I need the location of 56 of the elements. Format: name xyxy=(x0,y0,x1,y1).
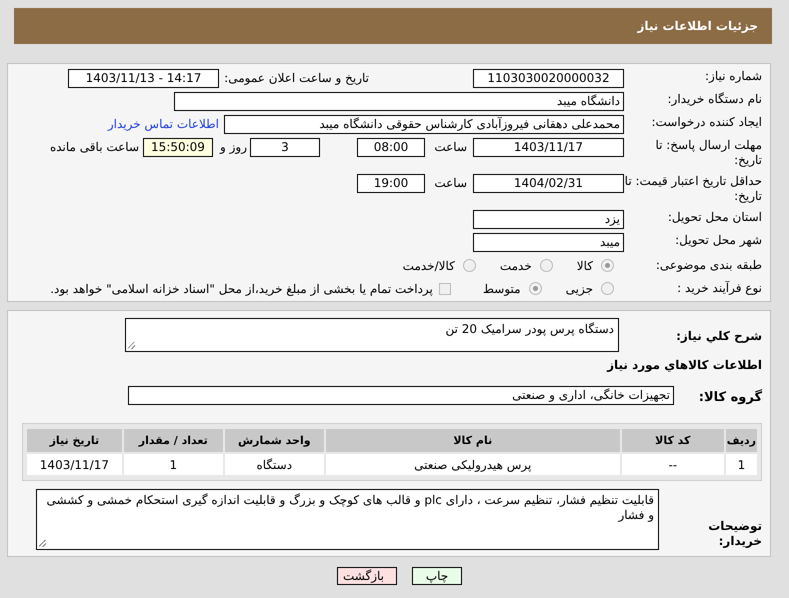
text-field[interactable]: 3 xyxy=(250,138,320,157)
table-cell: -- xyxy=(622,454,724,475)
text-field[interactable]: میبد xyxy=(473,233,624,252)
print-button[interactable]: چاپ xyxy=(412,567,462,585)
option-label: کالا xyxy=(576,258,593,272)
page-title: جزئیات اطلاعات نیاز xyxy=(14,8,772,44)
text-field[interactable]: تجهیزات خانگی، اداری و صنعتی xyxy=(128,386,674,405)
column-header: ردیف xyxy=(726,429,757,452)
field-label: ساعت باقی مانده xyxy=(50,139,139,156)
field-label: ایجاد کننده درخواست: xyxy=(650,115,763,130)
table-cell: 1403/11/17 xyxy=(27,454,122,475)
field-label: نوع فرآیند خرید : xyxy=(676,281,763,296)
field-label: مهلت ارسال پاسخ: تا تاریخ: xyxy=(654,138,763,168)
back-button[interactable]: بازگشت xyxy=(337,567,397,585)
field-label: شرح کلي نياز: xyxy=(675,328,763,344)
column-header: تعداد / مقدار xyxy=(124,429,223,452)
text-field[interactable]: 19:00 xyxy=(357,174,425,193)
field-label: ساعت xyxy=(433,139,467,156)
contact-link[interactable]: اطلاعات تماس خریدار xyxy=(108,115,219,134)
column-header: تاریخ نیاز xyxy=(27,429,122,452)
text-field[interactable]: دانشگاه میبد xyxy=(174,92,624,111)
text-area[interactable]: قابلیت تنظیم فشار، تنظیم سرعت ، دارای plc و قالب های کوچک و بزرگ و قابلیت اندازه گیری استحکام خمشی و کششی و فشار xyxy=(36,489,659,550)
text-area-value: دستگاه پرس پودر سرامیک 20 تن xyxy=(444,321,615,338)
field-label: شهر محل تحویل: xyxy=(674,233,763,248)
table-cell: پرس هیدرولیکی صنعتی xyxy=(326,454,620,475)
table-cell: 1 xyxy=(726,454,757,475)
field-label: نام دستگاه خریدار: xyxy=(666,92,763,107)
text-field[interactable]: محمدعلی دهقانی فیروزآبادی کارشناس حقوقی دانشگاه میبد xyxy=(224,115,624,134)
text-area[interactable]: دستگاه پرس پودر سرامیک 20 تن xyxy=(125,318,619,352)
field-label: روز و xyxy=(220,139,247,156)
table-cell: دستگاه xyxy=(224,454,324,475)
option-label: متوسط xyxy=(482,282,521,296)
text-field[interactable]: 1403/11/17 xyxy=(473,138,624,157)
text-field[interactable]: 1103030020000032 xyxy=(473,69,624,88)
field-label: گروه کالا: xyxy=(698,390,763,405)
text-field[interactable]: 1403/11/13 - 14:17 xyxy=(68,69,219,88)
column-header: نام کالا xyxy=(326,429,620,452)
text-field[interactable]: یزد xyxy=(473,210,624,229)
column-header: کد کالا xyxy=(622,429,724,452)
column-header: واحد شمارش xyxy=(224,429,324,452)
text-area-value: قابلیت تنظیم فشار، تنظیم سرعت ، دارای plc و قالب های کوچک و بزرگ و قابلیت اندازه گیری استحکام خمشی و کششی و فشار xyxy=(45,492,655,524)
field-label: حداقل تاریخ اعتبار قیمت: تا تاریخ: xyxy=(624,174,763,204)
field-label: توضیحات خریدار: xyxy=(707,518,763,549)
option-label: کالا/خدمت xyxy=(402,258,455,272)
field-label: شماره نیاز: xyxy=(704,69,763,84)
countdown-field[interactable]: 15:50:09 xyxy=(143,138,213,157)
payment-note: پرداخت تمام یا بخشی از مبلغ خرید،از محل "اسناد خزانه اسلامی" خواهد بود. xyxy=(50,282,433,296)
text-field[interactable]: 1404/02/31 xyxy=(473,174,624,193)
text-field[interactable]: 08:00 xyxy=(357,138,425,157)
field-label: ساعت xyxy=(433,175,467,192)
table-cell: 1 xyxy=(124,454,223,475)
option-label: خدمت xyxy=(500,258,532,272)
field-label: طبقه بندی موضوعی: xyxy=(654,258,763,273)
field-label: استان محل تحویل: xyxy=(666,210,763,225)
option-label: جزیی xyxy=(566,282,593,296)
section-heading: اطلاعات کالاهاي مورد نياز xyxy=(606,358,763,372)
